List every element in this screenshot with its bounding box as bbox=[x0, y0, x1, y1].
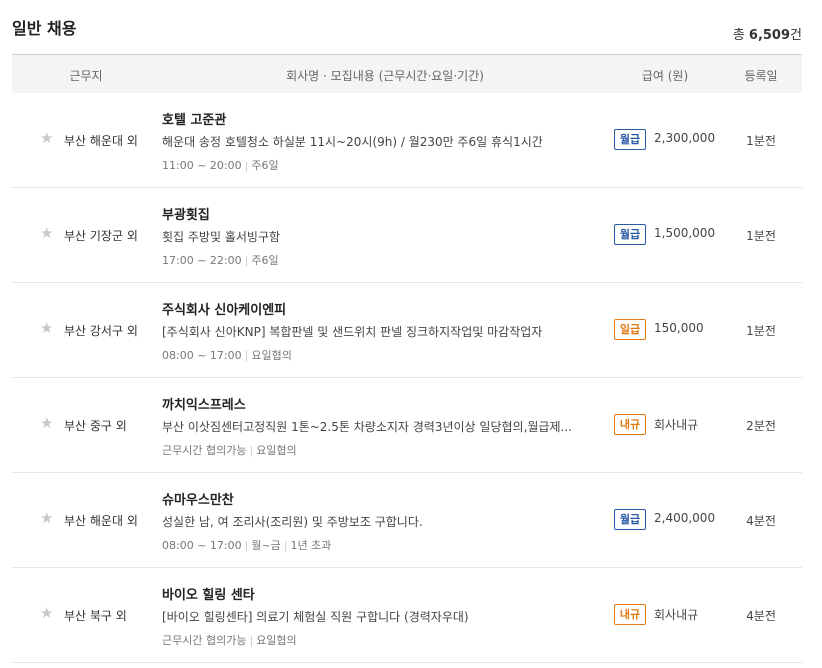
job-row[interactable]: ★ 부산 해운대 외 호텔 고준관 해운대 송정 호텔청소 하실분 11시~20… bbox=[12, 93, 802, 188]
meta-separator: | bbox=[244, 349, 249, 362]
total-count: 총 6,509건 bbox=[733, 24, 802, 43]
page-title: 일반 채용 bbox=[12, 19, 77, 38]
job-location: 부산 해운대 외 bbox=[64, 134, 138, 148]
job-meta: 11:00 ~ 20:00 | 주6일 bbox=[162, 157, 279, 173]
posted-time: 1분전 bbox=[746, 229, 776, 243]
meta-separator: | bbox=[244, 254, 249, 267]
star-icon[interactable]: ★ bbox=[40, 321, 53, 336]
job-row[interactable]: ★ 부산 중구 외 까치익스프레스 부산 이삿짐센터고정직원 1톤~2.5톤 차… bbox=[12, 378, 802, 473]
posted-time: 1분전 bbox=[746, 134, 776, 148]
company-name[interactable]: 부광횟집 bbox=[162, 204, 210, 223]
star-icon[interactable]: ★ bbox=[40, 511, 53, 526]
job-meta: 근무시간 협의가능 | 요일협의 bbox=[162, 442, 297, 458]
pay-type-badge: 내규 bbox=[614, 414, 646, 435]
pay-type-badge: 월급 bbox=[614, 224, 646, 245]
posted-time: 4분전 bbox=[746, 514, 776, 528]
job-meta-item: 근무시간 협의가능 bbox=[162, 444, 247, 457]
job-location: 부산 해운대 외 bbox=[64, 514, 138, 528]
job-description[interactable]: 성실한 남, 여 조리사(조리원) 및 주방보조 구합니다. bbox=[162, 513, 602, 530]
meta-separator: | bbox=[244, 539, 249, 552]
job-row[interactable]: ★ 부산 강서구 외 주식회사 신아케이엔피 [주식회사 신아KNP] 복합판넬… bbox=[12, 283, 802, 378]
job-meta: 17:00 ~ 22:00 | 주6일 bbox=[162, 252, 279, 268]
job-meta-item: 11:00 ~ 20:00 bbox=[162, 159, 242, 172]
job-meta-item: 근무시간 협의가능 bbox=[162, 634, 247, 647]
column-posted: 등록일 bbox=[744, 69, 778, 83]
total-number: 6,509 bbox=[748, 28, 791, 43]
job-meta-item: 주6일 bbox=[251, 159, 279, 172]
salary-amount: 2,300,000 bbox=[654, 131, 716, 145]
job-list: ★ 부산 해운대 외 호텔 고준관 해운대 송정 호텔청소 하실분 11시~20… bbox=[12, 93, 802, 663]
table-header: 근무지 회사명 · 모집내용 (근무시간·요일·기간) 급여 (원) 등록일 bbox=[12, 54, 802, 93]
column-company: 회사명 · 모집내용 (근무시간·요일·기간) bbox=[286, 69, 484, 83]
company-name[interactable]: 까치익스프레스 bbox=[162, 394, 246, 413]
company-name[interactable]: 주식회사 신아케이엔피 bbox=[162, 299, 286, 318]
star-icon[interactable]: ★ bbox=[40, 606, 53, 621]
job-meta-item: 요일협의 bbox=[256, 444, 297, 457]
pay-type-badge: 내규 bbox=[614, 604, 646, 625]
job-meta: 08:00 ~ 17:00 | 월~금 | 1년 초과 bbox=[162, 537, 331, 553]
pay-type-badge: 월급 bbox=[614, 129, 646, 150]
job-meta: 근무시간 협의가능 | 요일협의 bbox=[162, 632, 297, 648]
company-name[interactable]: 바이오 힐링 센타 bbox=[162, 584, 255, 603]
total-prefix: 총 bbox=[732, 28, 749, 43]
job-meta-item: 요일협의 bbox=[256, 634, 297, 647]
job-location: 부산 북구 외 bbox=[64, 609, 127, 623]
salary-amount: 회사내규 bbox=[654, 418, 699, 432]
meta-separator: | bbox=[283, 539, 288, 552]
job-location: 부산 기장군 외 bbox=[64, 229, 138, 243]
job-meta-item: 1년 초과 bbox=[290, 539, 332, 552]
job-meta-item: 월~금 bbox=[251, 539, 281, 552]
job-description[interactable]: 부산 이삿짐센터고정직원 1톤~2.5톤 차량소지자 경력3년이상 일당협의,월… bbox=[162, 418, 602, 435]
pay-type-badge: 일급 bbox=[614, 319, 646, 340]
job-meta-item: 17:00 ~ 22:00 bbox=[162, 254, 242, 267]
job-description[interactable]: [주식회사 신아KNP] 복합판넬 및 샌드위치 판넬 징크하지작업및 마감작업… bbox=[162, 323, 602, 340]
posted-time: 4분전 bbox=[746, 609, 776, 623]
company-name[interactable]: 호텔 고준관 bbox=[162, 109, 226, 128]
job-meta-item: 08:00 ~ 17:00 bbox=[162, 349, 242, 362]
posted-time: 2분전 bbox=[746, 419, 776, 433]
job-location: 부산 강서구 외 bbox=[64, 324, 138, 338]
column-location: 근무지 bbox=[69, 69, 103, 83]
star-icon[interactable]: ★ bbox=[40, 226, 53, 241]
job-location: 부산 중구 외 bbox=[64, 419, 127, 433]
company-name[interactable]: 슈마우스만찬 bbox=[162, 489, 234, 508]
job-meta-item: 요일협의 bbox=[251, 349, 292, 362]
job-description[interactable]: 횟집 주방및 홀서빙구함 bbox=[162, 228, 602, 245]
salary-amount: 회사내규 bbox=[654, 608, 699, 622]
star-icon[interactable]: ★ bbox=[40, 416, 53, 431]
job-row[interactable]: ★ 부산 북구 외 바이오 힐링 센타 [바이오 힐링센타] 의료기 체험실 직… bbox=[12, 568, 802, 663]
posted-time: 1분전 bbox=[746, 324, 776, 338]
salary-amount: 2,400,000 bbox=[654, 511, 716, 525]
pay-type-badge: 월급 bbox=[614, 509, 646, 530]
column-salary: 급여 (원) bbox=[641, 69, 689, 83]
job-description[interactable]: 해운대 송정 호텔청소 하실분 11시~20시(9h) / 월230만 주6일 … bbox=[162, 133, 602, 150]
total-unit: 건 bbox=[790, 28, 802, 43]
salary-amount: 1,500,000 bbox=[654, 226, 716, 240]
job-meta-item: 08:00 ~ 17:00 bbox=[162, 539, 242, 552]
meta-separator: | bbox=[244, 159, 249, 172]
job-row[interactable]: ★ 부산 기장군 외 부광횟집 횟집 주방및 홀서빙구함 17:00 ~ 22:… bbox=[12, 188, 802, 283]
job-description[interactable]: [바이오 힐링센타] 의료기 체험실 직원 구합니다 (경력자우대) bbox=[162, 608, 602, 625]
job-row[interactable]: ★ 부산 해운대 외 슈마우스만찬 성실한 남, 여 조리사(조리원) 및 주방… bbox=[12, 473, 802, 568]
meta-separator: | bbox=[249, 634, 254, 647]
job-meta: 08:00 ~ 17:00 | 요일협의 bbox=[162, 347, 292, 363]
salary-amount: 150,000 bbox=[654, 321, 704, 335]
star-icon[interactable]: ★ bbox=[40, 131, 53, 146]
meta-separator: | bbox=[249, 444, 254, 457]
job-meta-item: 주6일 bbox=[251, 254, 279, 267]
